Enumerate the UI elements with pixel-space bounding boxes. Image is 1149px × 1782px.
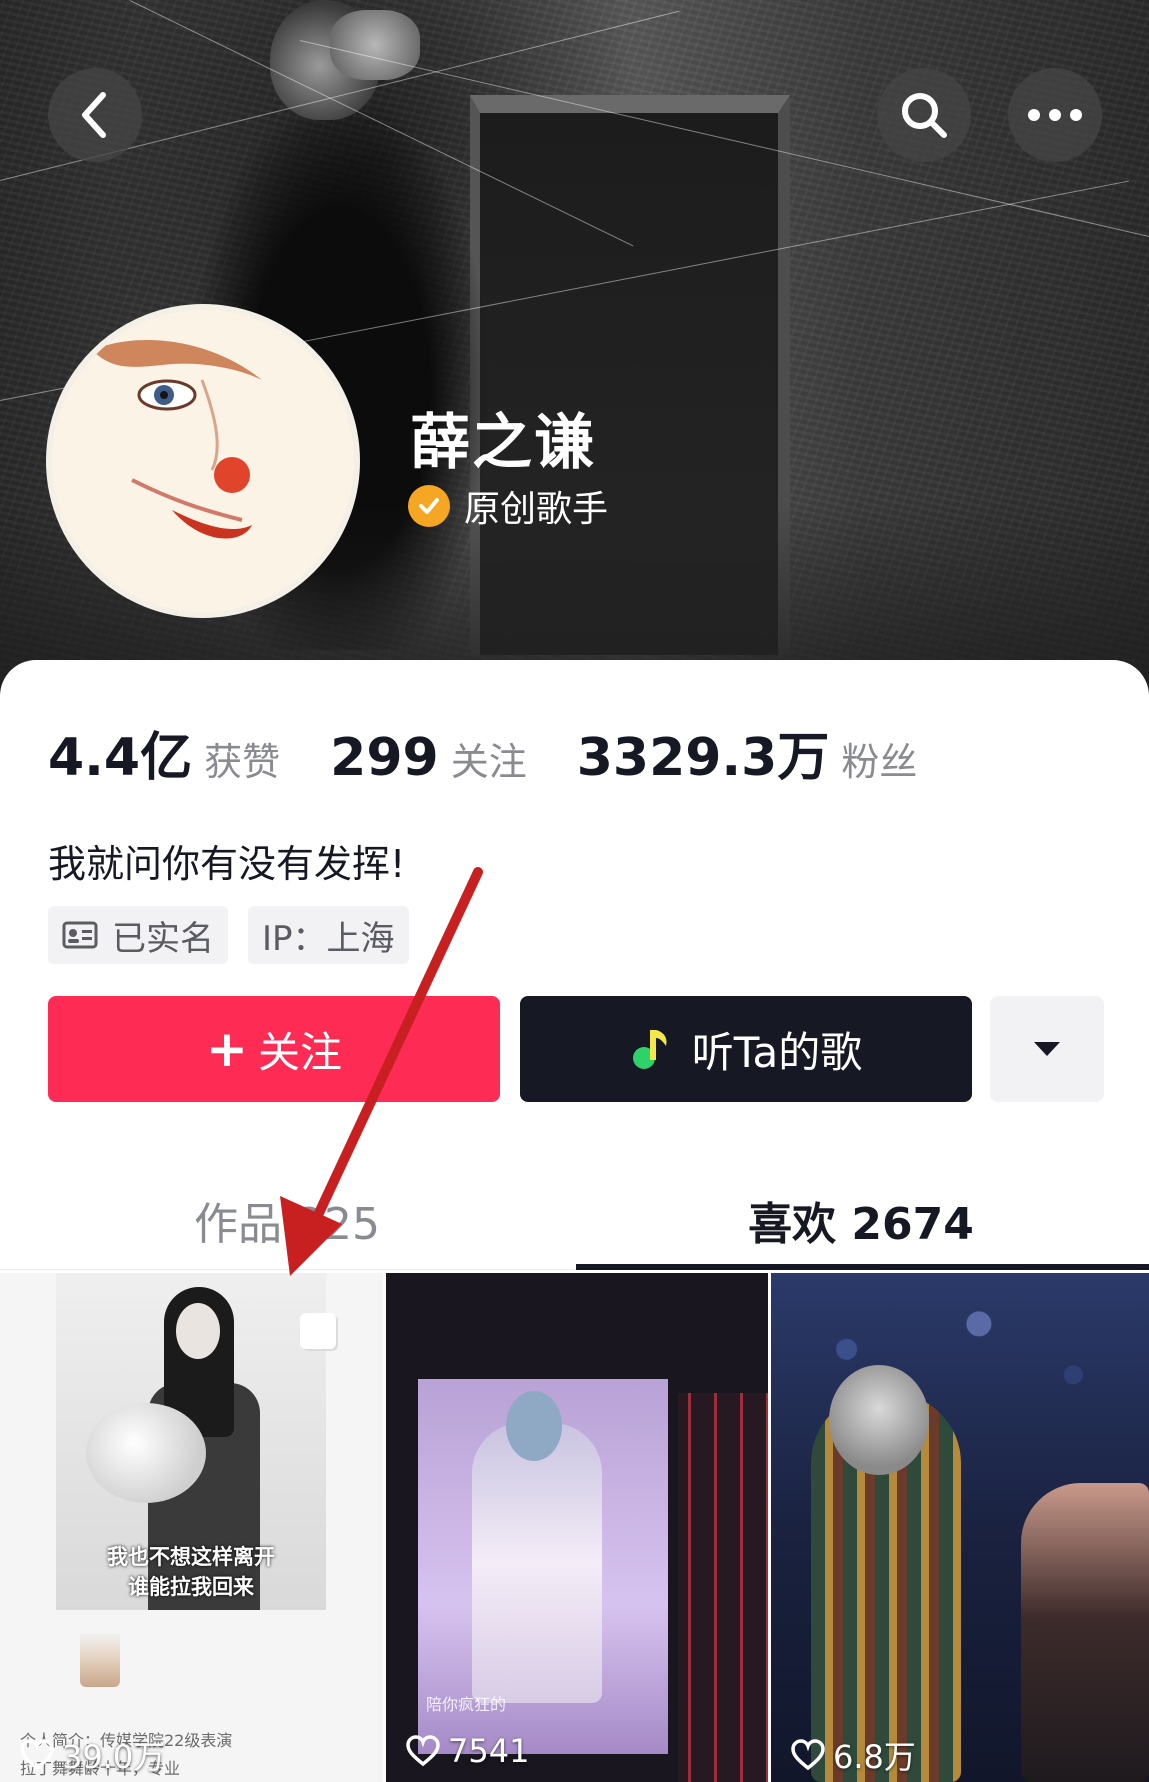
id-card-icon (62, 921, 98, 949)
more-dots-icon (1028, 109, 1082, 121)
profile-bio: 我就问你有没有发挥! (48, 842, 406, 886)
video-grid: 我也不想这样离开 谁能拉我回来 个人简介：传媒学院22级表演 拉丁舞舞龄十年，专… (0, 1273, 1149, 1782)
avatar-painting (52, 310, 354, 612)
stage-singer (472, 1423, 602, 1703)
more-dropdown-button[interactable] (990, 996, 1104, 1102)
video-thumbnail-3[interactable]: 6.8万 (771, 1273, 1149, 1782)
back-button[interactable] (48, 68, 142, 162)
verified-check-icon (408, 485, 450, 527)
verify-row: 原创歌手 (408, 480, 608, 532)
follow-button[interactable]: + 关注 (48, 996, 500, 1102)
tab-active-indicator (576, 1264, 1149, 1270)
tab-likes[interactable]: 喜欢 2674 (574, 1188, 1148, 1252)
stage-lights (678, 1393, 768, 1782)
poster-face (176, 1303, 220, 1359)
plus-icon: + (206, 1020, 248, 1078)
stage-singer-head (506, 1391, 562, 1461)
follow-label: 关注 (257, 1027, 342, 1077)
thumbnail-poster: 我也不想这样离开 谁能拉我回来 (56, 1273, 326, 1610)
stats-row: 4.4亿 获赞 299 关注 3329.3万 粉丝 (48, 715, 967, 790)
stat-following[interactable]: 299 关注 (330, 728, 527, 788)
drink-cup-image (80, 1633, 120, 1687)
listen-songs-label: 听Ta的歌 (691, 1027, 863, 1077)
avatar[interactable] (46, 304, 360, 618)
poster-flowers (86, 1403, 206, 1503)
banner-figure-hand (330, 10, 420, 80)
stat-followers[interactable]: 3329.3万 粉丝 (577, 715, 918, 790)
verify-label: 原创歌手 (464, 489, 609, 530)
caret-down-icon (1034, 1042, 1060, 1056)
heart-icon (20, 1739, 54, 1771)
stat-label: 获赞 (204, 740, 281, 784)
music-note-icon (632, 1030, 667, 1069)
search-button[interactable] (877, 68, 971, 162)
stat-value: 4.4亿 (48, 728, 193, 788)
stat-likes: 4.4亿 获赞 (48, 715, 280, 790)
ip-location-tag: IP：上海 (248, 906, 409, 964)
realname-label: 已实名 (112, 918, 214, 959)
ip-location-label: IP：上海 (262, 918, 395, 959)
select-checkbox[interactable] (300, 1313, 336, 1349)
thumbnail-caption: 陪你疯狂的 (426, 1695, 507, 1714)
like-count-row: 39.0万 (20, 1732, 165, 1778)
like-count: 7541 (448, 1732, 530, 1770)
thumbnail-caption-line-2: 谁能拉我回来 (128, 1575, 254, 1599)
video-thumbnail-2[interactable]: 陪你疯狂的 7541 (386, 1273, 768, 1782)
stat-label: 关注 (450, 740, 527, 784)
thumbnail-caption-line-1: 我也不想这样离开 (107, 1545, 275, 1569)
like-count: 6.8万 (833, 1738, 916, 1776)
like-count: 39.0万 (62, 1738, 166, 1776)
action-buttons: + 关注 听Ta的歌 (48, 996, 1104, 1102)
heart-icon (791, 1739, 825, 1771)
search-icon (902, 93, 947, 138)
listen-songs-button[interactable]: 听Ta的歌 (520, 996, 972, 1102)
like-count-row: 7541 (406, 1732, 529, 1770)
video-thumbnail-1[interactable]: 我也不想这样离开 谁能拉我回来 个人简介：传媒学院22级表演 拉丁舞舞龄十年，专… (0, 1273, 383, 1782)
profile-name: 薛之谦 (410, 408, 596, 478)
stat-value: 299 (330, 728, 439, 788)
like-count-row: 6.8万 (791, 1732, 916, 1778)
profile-tags: 已实名 IP：上海 (48, 906, 429, 964)
more-options-button[interactable] (1008, 68, 1102, 162)
singer-head (829, 1365, 929, 1475)
fan-figure (1021, 1483, 1149, 1782)
stat-value: 3329.3万 (576, 728, 830, 788)
heart-icon (406, 1735, 440, 1767)
chevron-left-icon (82, 92, 106, 138)
tab-works[interactable]: 作品 225 (0, 1188, 574, 1252)
stat-label: 粉丝 (841, 740, 918, 784)
content-tabs: 作品 225 喜欢 2674 (0, 1160, 1149, 1270)
realname-tag: 已实名 (48, 906, 228, 964)
